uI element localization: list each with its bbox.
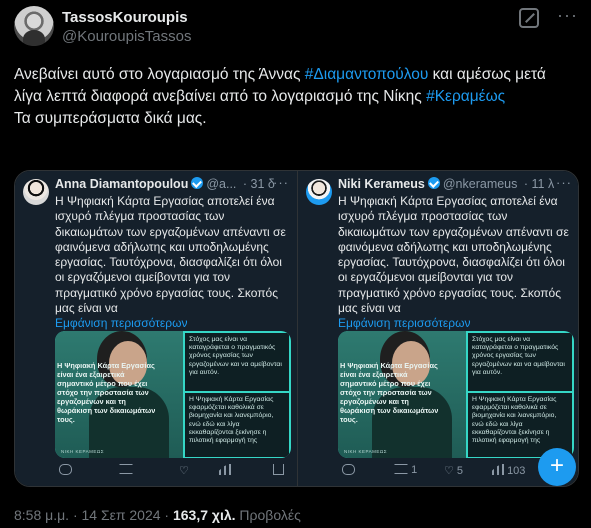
tweet-text-part: Ανεβαίνει αυτό στο λογαριασμό της Άννας xyxy=(14,66,305,83)
poster-panel: Στόχος μας είναι να καταγράφεται ο πραγμ… xyxy=(468,333,572,391)
like-count: 5 xyxy=(456,465,464,477)
card-handle: @a... xyxy=(206,177,237,191)
card-author: Anna Diamantopoulou @a... · 31 δ xyxy=(55,177,275,191)
like-icon: ♡ xyxy=(179,465,189,477)
reply-icon xyxy=(342,464,355,477)
retweet-icon: 1 xyxy=(394,464,417,476)
tweet-header: TassosKouroupis @KouroupisTassos ··· xyxy=(12,6,579,50)
poster-footer: ΝΙΚΗ ΚΕΡΑΜΕΩΣ xyxy=(61,449,105,454)
hashtag-link[interactable]: #Διαμαντοπούλου xyxy=(305,66,429,83)
view-label: Προβολές xyxy=(235,507,301,523)
card-author: Niki Kerameus @nkerameus · 11 λ xyxy=(338,177,554,191)
card-more-icon: ··· xyxy=(556,175,572,190)
author-avatar[interactable] xyxy=(14,6,54,46)
reply-icon xyxy=(59,464,72,477)
card-avatar xyxy=(306,179,332,205)
card-text: Η Ψηφιακή Κάρτα Εργασίας αποτελεί ένα ισ… xyxy=(338,194,574,332)
card-poster: Η Ψηφιακή Κάρτα Εργασίας είναι ένα εξαιρ… xyxy=(55,331,291,458)
author-handle[interactable]: @KouroupisTassos xyxy=(62,28,191,45)
author-name[interactable]: TassosKouroupis xyxy=(62,9,188,26)
hashtag-link[interactable]: #Κεραμέως xyxy=(426,88,505,105)
tweet-text-part: Τα συμπεράσματα δικά μας. xyxy=(14,110,207,127)
views-icon xyxy=(219,464,231,477)
compose-plus-button[interactable]: + xyxy=(538,448,576,486)
tweet-media-image[interactable]: Anna Diamantopoulou @a... · 31 δ ··· Η Ψη… xyxy=(14,170,579,487)
more-options-icon[interactable]: ··· xyxy=(557,6,577,28)
card-more-icon: ··· xyxy=(273,175,289,190)
card-text: Η Ψηφιακή Κάρτα Εργασίας αποτελεί ένα ισ… xyxy=(55,194,291,332)
tweet-meta: 8:58 μ.μ. · 14 Σεπ 2024 · 163,7 χιλ. Προ… xyxy=(14,507,301,523)
retweet-icon xyxy=(119,464,133,476)
views-icon: 103 xyxy=(492,464,525,477)
view-count: 163,7 χιλ. xyxy=(172,507,236,523)
card-show-more: Εμφάνιση περισσότερων xyxy=(338,316,471,331)
card-actions: ♡ xyxy=(55,464,291,482)
tweet-text: Ανεβαίνει αυτό στο λογαριασμό της Άννας … xyxy=(14,64,574,130)
grok-icon[interactable] xyxy=(519,8,539,28)
poster-overlay-text: Η Ψηφιακή Κάρτα Εργασίας είναι ένα εξαιρ… xyxy=(340,361,439,424)
poster-panel: Στόχος μας είναι να καταγράφεται ο πραγμ… xyxy=(185,333,289,391)
poster-footer: ΝΙΚΗ ΚΕΡΑΜΕΩΣ xyxy=(344,449,388,454)
embedded-tweet-card: Niki Kerameus @nkerameus · 11 λ ··· Η Ψηφ… xyxy=(298,171,578,486)
card-author-name: Anna Diamantopoulou xyxy=(55,177,189,191)
card-handle: @nkerameus xyxy=(442,177,518,191)
verified-badge-icon xyxy=(191,177,204,189)
poster-panel: Η Ψηφιακή Κάρτα Εργασίας εφαρμόζεται καθ… xyxy=(185,393,289,457)
card-poster: Η Ψηφιακή Κάρτα Εργασίας είναι ένα εξαιρ… xyxy=(338,331,574,458)
like-icon: ♡ 5 xyxy=(444,465,464,477)
share-icon xyxy=(273,464,284,477)
embedded-tweet-card: Anna Diamantopoulou @a... · 31 δ ··· Η Ψη… xyxy=(15,171,297,486)
card-body: Η Ψηφιακή Κάρτα Εργασίας αποτελεί ένα ισ… xyxy=(55,194,286,316)
poster-overlay-text: Η Ψηφιακή Κάρτα Εργασίας είναι ένα εξαιρ… xyxy=(57,361,156,424)
tweet-timestamp[interactable]: 8:58 μ.μ. · 14 Σεπ 2024 · xyxy=(14,507,173,523)
verified-badge-icon xyxy=(427,177,440,189)
views-count: 103 xyxy=(507,465,526,477)
card-time: · 11 λ xyxy=(523,177,555,191)
card-time: · 31 δ xyxy=(242,177,275,191)
card-author-name: Niki Kerameus xyxy=(338,177,425,191)
card-show-more: Εμφάνιση περισσότερων xyxy=(55,316,188,331)
card-avatar xyxy=(23,179,49,205)
card-body: Η Ψηφιακή Κάρτα Εργασίας αποτελεί ένα ισ… xyxy=(338,194,569,316)
retweet-count: 1 xyxy=(411,464,418,476)
